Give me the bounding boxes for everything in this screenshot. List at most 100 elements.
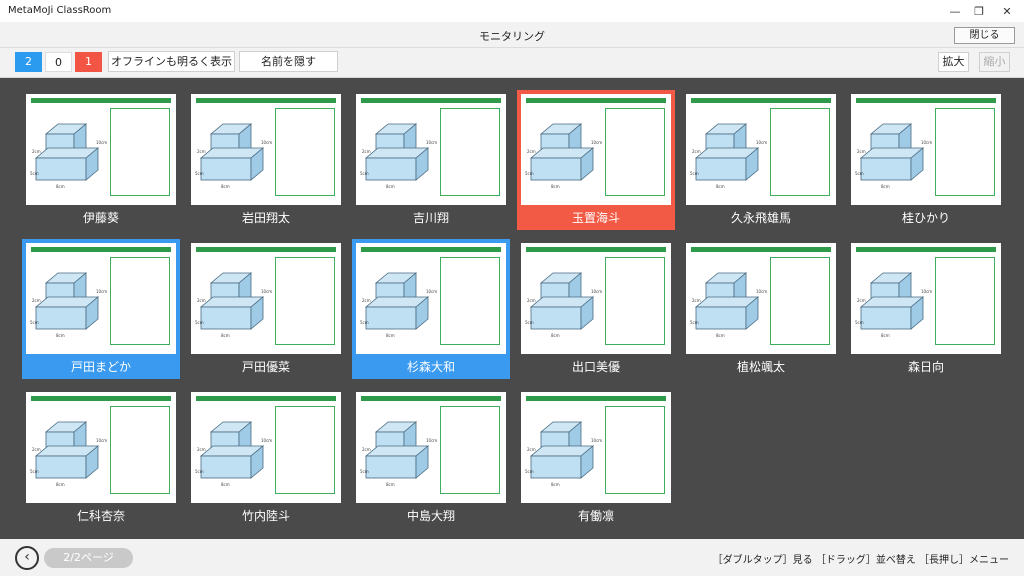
count-badge-white[interactable]: 0 <box>45 52 72 72</box>
title-bar: MetaMoJi ClassRoom — ❐ ✕ <box>0 0 1024 22</box>
student-card[interactable]: 2cm 5cm 8cm 10cm 出口美優 <box>517 239 675 379</box>
student-card[interactable]: 2cm 5cm 8cm 10cm 吉川翔 <box>352 90 510 230</box>
dimension-label: 5cm <box>525 171 534 176</box>
dimension-label: 5cm <box>525 469 534 474</box>
footer: ‹ 2/2ページ ［ダブルタップ］見る ［ドラッグ］並べ替え ［長押し］メニュー <box>0 539 1024 576</box>
student-card[interactable]: 2cm 5cm 8cm 10cm 久永飛雄馬 <box>682 90 840 230</box>
answer-panel <box>605 108 665 196</box>
answer-panel <box>935 257 995 345</box>
worksheet-header-bar <box>691 98 831 103</box>
answer-panel <box>110 406 170 494</box>
dimension-label: 2cm <box>692 298 701 303</box>
dimension-label: 8cm <box>56 482 65 487</box>
answer-panel <box>275 108 335 196</box>
dimension-label: 2cm <box>362 447 371 452</box>
app-window: MetaMoJi ClassRoom — ❐ ✕ モニタリング 閉じる 2 0 … <box>0 0 1024 576</box>
answer-panel <box>440 406 500 494</box>
page-title: モニタリング <box>479 30 545 43</box>
student-name: 久永飛雄馬 <box>730 211 791 225</box>
student-name: 植松颯太 <box>736 360 785 374</box>
page-header: モニタリング 閉じる <box>0 22 1024 48</box>
worksheet-header-bar <box>31 98 171 103</box>
student-name: 有働凛 <box>577 509 614 523</box>
worksheet-thumbnail: 2cm 5cm 8cm 10cm <box>191 392 341 503</box>
dimension-label: 10cm <box>591 289 603 294</box>
student-card[interactable]: 2cm 5cm 8cm 10cm 桂ひかり <box>847 90 1005 230</box>
dimension-label: 10cm <box>426 438 438 443</box>
worksheet-thumbnail: 2cm 5cm 8cm 10cm <box>521 94 671 205</box>
dimension-label: 10cm <box>921 289 933 294</box>
answer-panel <box>935 108 995 196</box>
dimension-label: 5cm <box>360 320 369 325</box>
student-card[interactable]: 2cm 5cm 8cm 10cm 杉森大和 <box>352 239 510 379</box>
cube-diagram-icon <box>34 123 100 181</box>
student-card[interactable]: 2cm 5cm 8cm 10cm 竹内陸斗 <box>187 388 345 528</box>
dimension-label: 2cm <box>527 298 536 303</box>
student-name: 伊藤葵 <box>82 211 119 225</box>
worksheet-thumbnail: 2cm 5cm 8cm 10cm <box>851 94 1001 205</box>
answer-panel <box>605 257 665 345</box>
cube-diagram-icon <box>694 123 760 181</box>
answer-panel <box>275 406 335 494</box>
answer-panel <box>605 406 665 494</box>
student-card[interactable]: 2cm 5cm 8cm 10cm 玉置海斗 <box>517 90 675 230</box>
worksheet-thumbnail: 2cm 5cm 8cm 10cm <box>191 94 341 205</box>
student-card[interactable]: 2cm 5cm 8cm 10cm 岩田翔太 <box>187 90 345 230</box>
dimension-label: 5cm <box>195 469 204 474</box>
zoom-in-button[interactable]: 拡大 <box>938 52 969 72</box>
student-card[interactable]: 2cm 5cm 8cm 10cm 戸田優菜 <box>187 239 345 379</box>
student-name: 吉川翔 <box>412 211 449 225</box>
dimension-label: 8cm <box>551 184 560 189</box>
dimension-label: 5cm <box>690 171 699 176</box>
dimension-label: 5cm <box>30 469 39 474</box>
student-card[interactable]: 2cm 5cm 8cm 10cm 植松颯太 <box>682 239 840 379</box>
cube-diagram-icon <box>529 272 595 330</box>
answer-panel <box>110 257 170 345</box>
window-close-icon[interactable]: ✕ <box>990 0 1024 22</box>
back-arrow-icon[interactable]: ‹ <box>15 546 39 570</box>
dimension-label: 8cm <box>221 333 230 338</box>
cube-diagram-icon <box>364 421 430 479</box>
worksheet-header-bar <box>691 247 831 252</box>
dimension-label: 10cm <box>261 140 273 145</box>
student-name: 出口美優 <box>571 360 620 374</box>
close-button[interactable]: 閉じる <box>954 27 1015 44</box>
worksheet-header-bar <box>361 98 501 103</box>
zoom-out-button[interactable]: 縮小 <box>979 52 1010 72</box>
cube-diagram-icon <box>199 421 265 479</box>
count-badge-red[interactable]: 1 <box>75 52 102 72</box>
show-offline-button[interactable]: オフラインも明るく表示 <box>108 51 235 72</box>
dimension-label: 10cm <box>756 289 768 294</box>
dimension-label: 8cm <box>386 333 395 338</box>
dimension-label: 10cm <box>96 289 108 294</box>
student-card[interactable]: 2cm 5cm 8cm 10cm 中島大翔 <box>352 388 510 528</box>
hide-names-button[interactable]: 名前を隠す <box>239 51 338 72</box>
worksheet-thumbnail: 2cm 5cm 8cm 10cm <box>521 243 671 354</box>
worksheet-thumbnail: 2cm 5cm 8cm 10cm <box>191 243 341 354</box>
dimension-label: 5cm <box>855 171 864 176</box>
dimension-label: 10cm <box>591 438 603 443</box>
dimension-label: 2cm <box>197 447 206 452</box>
student-card[interactable]: 2cm 5cm 8cm 10cm 戸田まどか <box>22 239 180 379</box>
cube-diagram-icon <box>694 272 760 330</box>
worksheet-thumbnail: 2cm 5cm 8cm 10cm <box>26 243 176 354</box>
student-name: 戸田まどか <box>70 360 131 374</box>
student-card[interactable]: 2cm 5cm 8cm 10cm 伊藤葵 <box>22 90 180 230</box>
student-name: 竹内陸斗 <box>241 509 290 523</box>
student-card[interactable]: 2cm 5cm 8cm 10cm 森日向 <box>847 239 1005 379</box>
dimension-label: 5cm <box>690 320 699 325</box>
dimension-label: 10cm <box>96 140 108 145</box>
dimension-label: 2cm <box>692 149 701 154</box>
count-badge-blue[interactable]: 2 <box>15 52 42 72</box>
student-name: 桂ひかり <box>901 211 950 225</box>
page-indicator[interactable]: 2/2ページ <box>44 548 133 568</box>
worksheet-thumbnail: 2cm 5cm 8cm 10cm <box>26 392 176 503</box>
answer-panel <box>275 257 335 345</box>
dimension-label: 5cm <box>525 320 534 325</box>
dimension-label: 5cm <box>855 320 864 325</box>
dimension-label: 10cm <box>921 140 933 145</box>
app-title: MetaMoJi ClassRoom <box>8 5 112 16</box>
dimension-label: 2cm <box>362 149 371 154</box>
student-card[interactable]: 2cm 5cm 8cm 10cm 仁科杏奈 <box>22 388 180 528</box>
student-card[interactable]: 2cm 5cm 8cm 10cm 有働凛 <box>517 388 675 528</box>
